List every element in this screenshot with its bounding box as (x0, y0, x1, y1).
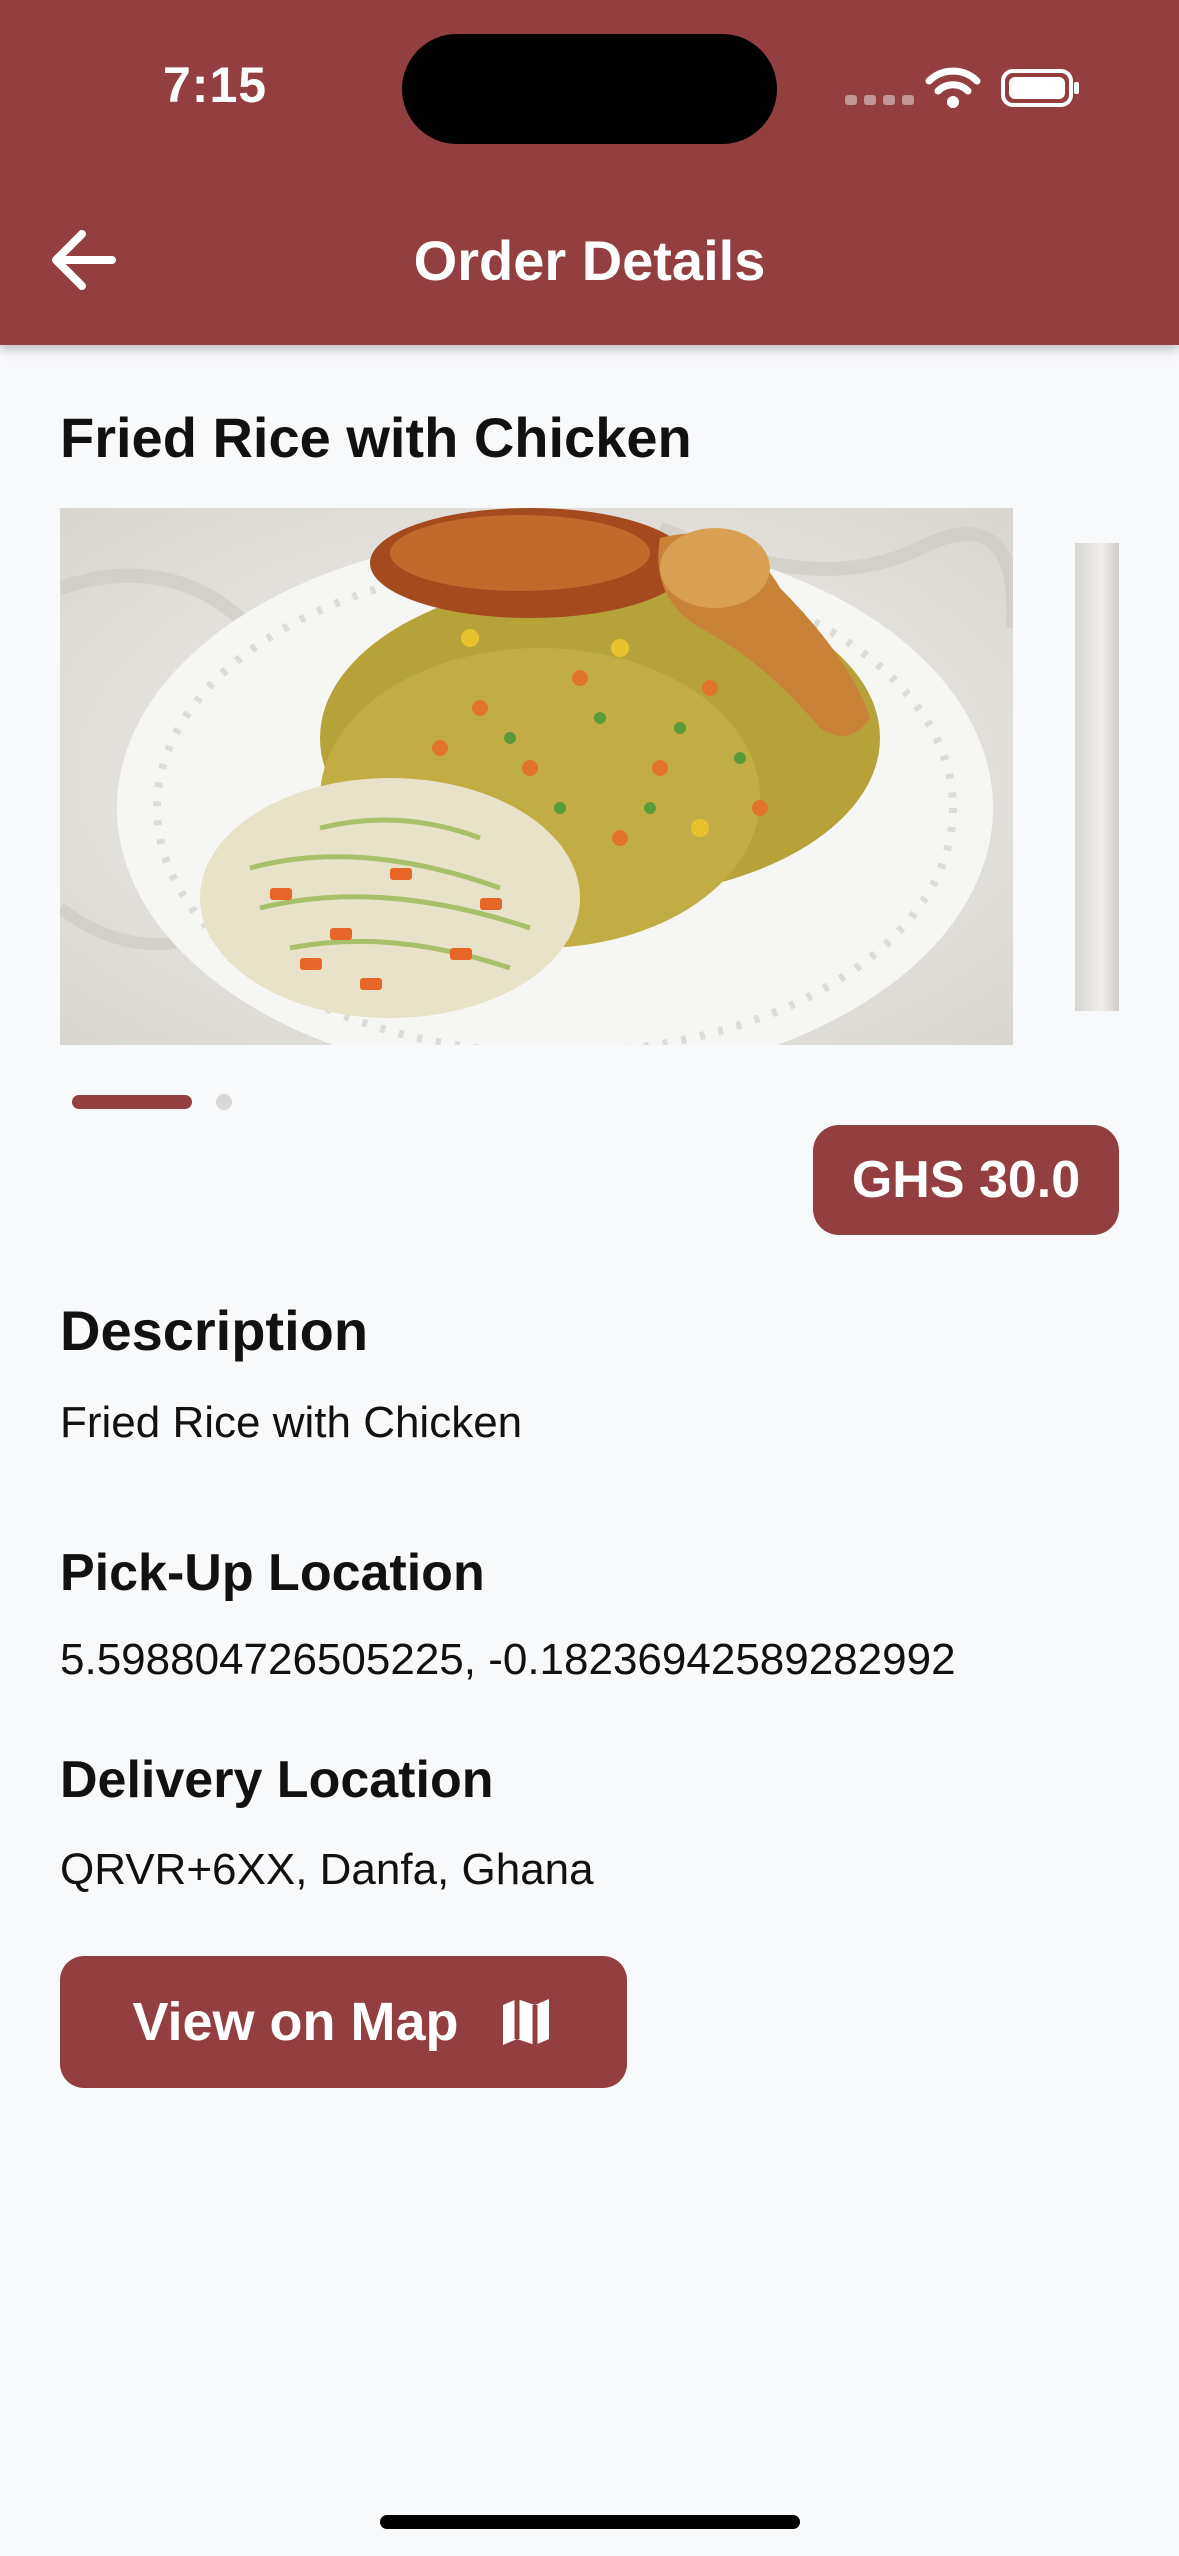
carousel-indicator (72, 1094, 232, 1110)
fried-rice-illustration (60, 508, 1013, 1045)
price-badge: GHS 30.0 (813, 1125, 1119, 1235)
view-on-map-button[interactable]: View on Map (60, 1956, 627, 2088)
description-text: Fried Rice with Chicken (60, 1398, 523, 1447)
next-image-peek[interactable] (1075, 543, 1119, 1011)
item-title: Fried Rice with Chicken (60, 406, 692, 469)
carousel-dot[interactable] (216, 1094, 232, 1110)
cellular-signal-icon (845, 95, 914, 105)
view-on-map-label: View on Map (132, 1992, 459, 2052)
page-title: Order Details (413, 229, 766, 292)
app-bar: 7:15 Order Details (0, 0, 1179, 345)
pickup-heading: Pick-Up Location (60, 1544, 485, 1602)
battery-icon (1001, 69, 1079, 107)
dynamic-island (402, 34, 777, 144)
status-time: 7:15 (163, 57, 268, 113)
map-icon (502, 1999, 549, 2045)
wifi-icon (925, 67, 981, 108)
description-heading: Description (60, 1299, 369, 1362)
food-image[interactable] (60, 508, 1013, 1045)
delivery-heading: Delivery Location (60, 1751, 494, 1809)
delivery-value: QRVR+6XX, Danfa, Ghana (60, 1845, 594, 1894)
carousel-dot-active[interactable] (72, 1095, 192, 1109)
home-indicator[interactable] (380, 2515, 800, 2529)
pickup-value: 5.598804726505225, -0.18236942589282992 (60, 1635, 956, 1684)
